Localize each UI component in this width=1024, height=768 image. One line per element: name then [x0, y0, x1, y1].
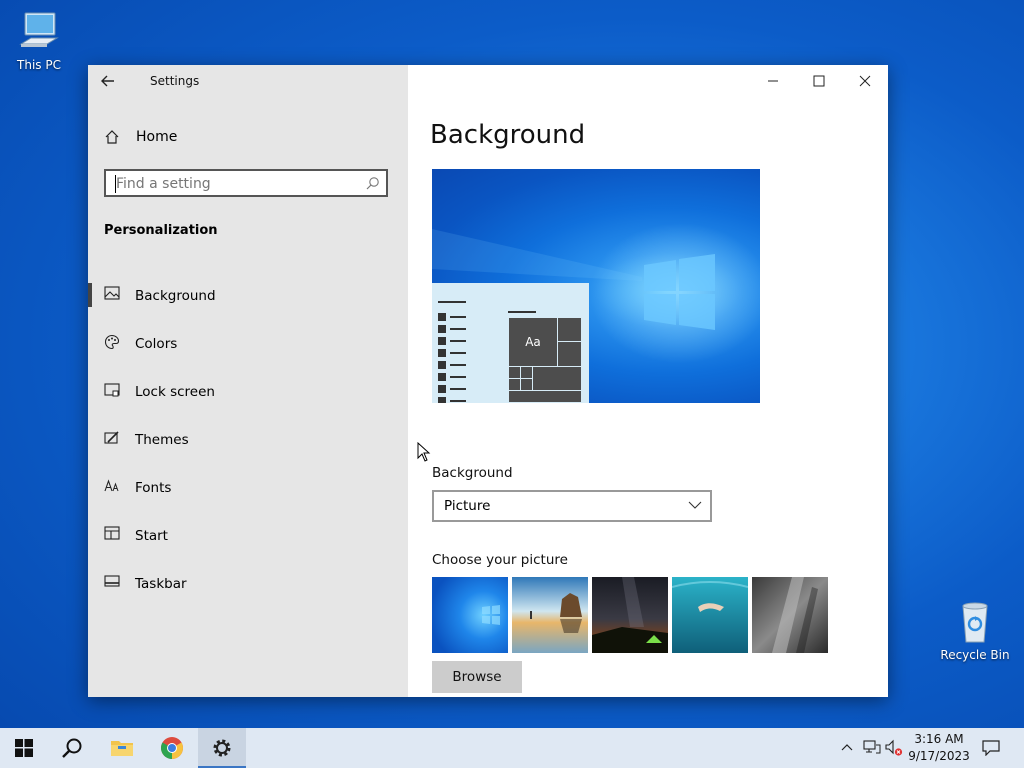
settings-taskbar-button[interactable] [198, 728, 246, 768]
thumbnail-beach-rocks[interactable] [512, 577, 588, 653]
search-button[interactable] [48, 728, 96, 768]
choose-picture-label: Choose your picture [432, 552, 568, 568]
sidebar-item-label: Themes [135, 432, 189, 448]
search-box[interactable] [104, 169, 388, 197]
recycle-bin-icon [953, 600, 997, 644]
thumbnail-rock-cliff[interactable] [752, 577, 828, 653]
home-label: Home [136, 129, 178, 145]
minimize-icon [768, 80, 778, 82]
sidebar-item-label: Taskbar [135, 576, 187, 592]
palette-icon [104, 334, 122, 352]
section-title: Personalization [104, 223, 218, 238]
show-hidden-icons-button[interactable] [837, 738, 857, 758]
sidebar-item-themes[interactable]: Themes [88, 415, 408, 463]
minimize-button[interactable] [750, 65, 796, 97]
brush-icon [104, 430, 122, 448]
background-type-dropdown[interactable]: Picture [432, 490, 712, 522]
windows-logo-icon [15, 739, 33, 757]
folder-icon [111, 741, 133, 756]
sidebar-item-colors[interactable]: Colors [88, 319, 408, 367]
personalization-nav: Background Colors Lock screen Themes Fon… [88, 271, 408, 607]
thumbnail-night-tent[interactable] [592, 577, 668, 653]
settings-sidebar: Settings Home Personalization Background [88, 65, 408, 697]
recycle-bin-desktop-icon[interactable]: Recycle Bin [940, 600, 1010, 662]
settings-window: Settings Home Personalization Background [88, 65, 888, 697]
notifications-button[interactable] [981, 738, 1001, 758]
thumbnail-underwater-swimmer[interactable] [672, 577, 748, 653]
sidebar-item-start[interactable]: Start [88, 511, 408, 559]
sidebar-item-label: Start [135, 528, 168, 544]
fonts-icon [104, 478, 122, 496]
computer-icon [17, 10, 61, 54]
sidebar-item-lock-screen[interactable]: Lock screen [88, 367, 408, 415]
this-pc-desktop-icon[interactable]: This PC [4, 10, 74, 72]
sidebar-item-fonts[interactable]: Fonts [88, 463, 408, 511]
start-menu-mock: Aa [432, 283, 589, 403]
sidebar-item-label: Colors [135, 336, 178, 352]
mouse-pointer-icon [417, 441, 431, 462]
picture-thumbnails [432, 577, 832, 653]
clock-time: 3:16 AM [914, 732, 964, 746]
sidebar-item-label: Lock screen [135, 384, 215, 400]
search-icon [366, 176, 380, 190]
action-center-icon [982, 740, 1000, 756]
home-icon [104, 129, 122, 147]
file-explorer-button[interactable] [98, 728, 146, 768]
recycle-bin-label: Recycle Bin [940, 648, 1010, 662]
preview-tile-aa: Aa [508, 317, 558, 367]
clock-date: 9/17/2023 [908, 749, 970, 763]
search-input[interactable] [114, 171, 358, 197]
taskbar-icon [104, 574, 122, 592]
page-title: Background [430, 120, 586, 150]
back-button[interactable] [100, 73, 126, 91]
start-button[interactable] [0, 728, 48, 768]
background-field-label: Background [432, 465, 513, 481]
volume-button[interactable] [884, 738, 904, 758]
picture-icon [104, 286, 122, 304]
back-arrow-icon [101, 75, 114, 87]
gear-icon [213, 739, 231, 757]
maximize-button[interactable] [796, 65, 842, 97]
chevron-up-icon [841, 744, 853, 751]
maximize-icon [813, 75, 825, 87]
background-preview: Aa [432, 169, 760, 403]
this-pc-label: This PC [17, 58, 61, 72]
sidebar-item-label: Fonts [135, 480, 172, 496]
app-title: Settings [150, 74, 200, 88]
taskbar: 3:16 AM 9/17/2023 [0, 728, 1024, 768]
settings-content: Background Aa Background Picture Choose … [408, 65, 888, 697]
chevron-down-icon [688, 498, 702, 512]
text-caret [115, 175, 116, 193]
volume-muted-icon [885, 739, 903, 756]
network-status-button[interactable] [862, 738, 882, 758]
dropdown-value: Picture [444, 498, 491, 514]
chrome-icon [161, 737, 183, 759]
home-nav-item[interactable]: Home [88, 123, 408, 153]
thumbnail-windows-blue[interactable] [432, 577, 508, 653]
close-button[interactable] [842, 65, 888, 97]
sidebar-item-label: Background [135, 288, 216, 304]
chrome-button[interactable] [148, 728, 196, 768]
sidebar-item-background[interactable]: Background [88, 271, 408, 319]
search-icon [62, 738, 82, 758]
system-clock[interactable]: 3:16 AM 9/17/2023 [906, 731, 972, 765]
sidebar-item-taskbar[interactable]: Taskbar [88, 559, 408, 607]
browse-button[interactable]: Browse [432, 661, 522, 693]
close-icon [859, 75, 871, 87]
start-icon [104, 526, 122, 544]
network-icon [863, 740, 881, 754]
lock-screen-icon [104, 382, 122, 400]
